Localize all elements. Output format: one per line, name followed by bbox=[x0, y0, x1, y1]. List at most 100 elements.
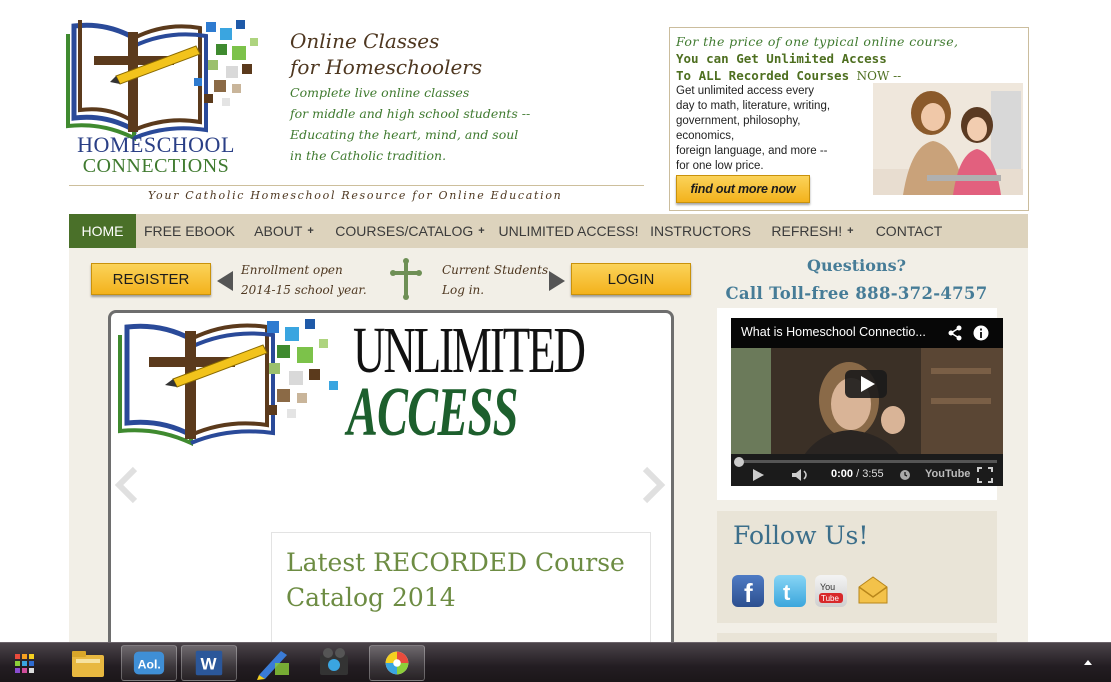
recorded-catalog-title: Latest RECORDED Course Catalog 2014 bbox=[286, 548, 625, 612]
start-grid-icon[interactable] bbox=[2, 645, 48, 681]
nav-free-ebook-label: FREE EBOOK bbox=[143, 223, 236, 239]
video-time-current: 0:00 bbox=[831, 468, 854, 480]
site-subheadline: Complete live online classes for middle … bbox=[290, 82, 530, 166]
header-divider bbox=[69, 185, 644, 186]
nav-refresh-expand-icon: + bbox=[847, 225, 854, 237]
slider-next-arrow-icon[interactable] bbox=[639, 465, 669, 505]
nav-unlimited-access[interactable]: UNLIMITED ACCESS! bbox=[495, 214, 642, 248]
promo-line-3-text: To ALL Recorded Courses bbox=[676, 68, 850, 83]
nav-contact-label: CONTACT bbox=[875, 223, 943, 239]
promo-line-1: For the price of one typical online cour… bbox=[676, 34, 959, 49]
arrow-right-icon bbox=[549, 271, 565, 291]
arrow-left-icon bbox=[217, 271, 233, 291]
share-icon[interactable] bbox=[947, 325, 963, 341]
nav-unlimited-access-label: UNLIMITED ACCESS! bbox=[498, 223, 639, 239]
slider-prev-arrow-icon[interactable] bbox=[111, 465, 141, 505]
nav-instructors-label: INSTRUCTORS bbox=[650, 223, 751, 239]
current-students-line-2: Log in. bbox=[442, 283, 485, 297]
promo-now: NOW -- bbox=[856, 69, 902, 83]
promo-photo-students bbox=[873, 83, 1023, 195]
resource-tagline: Your Catholic Homeschool Resource for On… bbox=[148, 189, 563, 202]
youtube-video-player[interactable]: What is Homeschool Connectio... 0:00 / 3… bbox=[731, 318, 1003, 486]
promo-desc-line: economics, bbox=[676, 130, 735, 142]
nav-about-expand-icon: + bbox=[307, 225, 314, 237]
unlimited-access-book-logo bbox=[118, 319, 338, 447]
nav-courses-catalog[interactable]: COURSES/CATALOG + bbox=[325, 214, 495, 248]
nav-instructors[interactable]: INSTRUCTORS bbox=[642, 214, 759, 248]
enrollment-line-1: Enrollment open bbox=[241, 263, 343, 277]
volume-icon[interactable] bbox=[791, 468, 811, 482]
youtube-logo[interactable]: YouTube bbox=[925, 468, 970, 480]
nav-refresh[interactable]: REFRESH! + bbox=[759, 214, 866, 248]
subheadline-line: for middle and high school students -- bbox=[290, 106, 531, 121]
nav-about[interactable]: ABOUT + bbox=[243, 214, 325, 248]
cross-icon bbox=[390, 258, 422, 300]
recorded-catalog-card[interactable]: Latest RECORDED Course Catalog 2014 bbox=[271, 532, 651, 647]
tollfree-phone[interactable]: Call Toll-free 888-372-4757 bbox=[709, 284, 1004, 303]
promo-desc-line: day to math, literature, writing, bbox=[676, 100, 831, 112]
svg-text:t: t bbox=[783, 580, 791, 605]
video-title: What is Homeschool Connectio... bbox=[741, 325, 926, 339]
picasa-icon[interactable] bbox=[369, 645, 425, 681]
enrollment-line-2: 2014-15 school year. bbox=[241, 283, 367, 297]
show-hidden-icons-icon[interactable] bbox=[1084, 660, 1092, 665]
svg-text:f: f bbox=[744, 578, 753, 607]
nav-courses-catalog-label: COURSES/CATALOG bbox=[335, 223, 474, 239]
register-button[interactable]: REGISTER bbox=[91, 263, 211, 295]
word-icon[interactable]: W bbox=[181, 645, 237, 681]
unlimited-access-promo: For the price of one typical online cour… bbox=[669, 27, 1029, 211]
enrollment-note: Enrollment open 2014-15 school year. bbox=[241, 260, 367, 300]
current-students-note: Current Students Log in. bbox=[442, 260, 548, 300]
youtube-icon[interactable]: You Tube bbox=[815, 575, 847, 607]
svg-text:Tube: Tube bbox=[821, 594, 839, 603]
nav-home[interactable]: HOME bbox=[69, 214, 136, 248]
current-students-line-1: Current Students bbox=[442, 263, 549, 277]
movie-maker-icon[interactable] bbox=[306, 645, 362, 681]
video-thumbnail bbox=[731, 348, 1003, 460]
nav-refresh-label: REFRESH! bbox=[771, 223, 843, 239]
promo-desc-line: foreign language, and more -- bbox=[676, 145, 828, 157]
paint-icon[interactable] bbox=[245, 645, 301, 681]
nav-free-ebook[interactable]: FREE EBOOK bbox=[136, 214, 243, 248]
watch-later-icon[interactable] bbox=[899, 469, 911, 481]
video-time: 0:00 / 3:55 bbox=[831, 468, 884, 480]
find-out-more-button[interactable]: find out more now bbox=[676, 175, 810, 203]
follow-us-heading: Follow Us! bbox=[733, 521, 869, 550]
promo-desc-line: government, philosophy, bbox=[676, 115, 801, 127]
headline-line-2: for Homeschoolers bbox=[290, 55, 483, 79]
svg-text:You: You bbox=[820, 582, 835, 592]
headline-line-1: Online Classes bbox=[290, 29, 440, 53]
play-icon[interactable] bbox=[751, 468, 765, 482]
svg-text:Aol.: Aol. bbox=[138, 658, 161, 672]
nav-courses-expand-icon: + bbox=[478, 225, 485, 237]
subheadline-line: in the Catholic tradition. bbox=[290, 148, 447, 163]
video-controls: 0:00 / 3:55 YouTube bbox=[731, 454, 1003, 486]
main-content: REGISTER Enrollment open 2014-15 school … bbox=[69, 248, 1028, 653]
email-icon[interactable] bbox=[857, 575, 889, 607]
fullscreen-icon[interactable] bbox=[977, 467, 993, 483]
info-icon[interactable] bbox=[973, 325, 989, 341]
logo-line-1: HOMESCHOOL bbox=[77, 132, 235, 157]
aol-icon[interactable]: Aol. bbox=[121, 645, 177, 681]
access-wordmark: ACCESS bbox=[347, 374, 518, 451]
video-title-bar: What is Homeschool Connectio... bbox=[731, 318, 1003, 348]
logo-line-2: CONNECTIONS bbox=[82, 155, 230, 177]
video-progress-knob[interactable] bbox=[734, 457, 744, 467]
subheadline-line: Complete live online classes bbox=[290, 85, 470, 100]
nav-about-label: ABOUT bbox=[254, 223, 303, 239]
site-headline: Online Classes for Homeschoolers bbox=[290, 28, 482, 80]
promo-line-2: You can Get Unlimited Access bbox=[676, 51, 887, 66]
nav-contact[interactable]: CONTACT bbox=[866, 214, 952, 248]
svg-text:W: W bbox=[201, 655, 218, 674]
follow-us-widget: Follow Us! f t You Tube bbox=[717, 511, 997, 623]
promo-desc-line: Get unlimited access every bbox=[676, 85, 815, 97]
subheadline-line: Educating the heart, mind, and soul bbox=[290, 127, 519, 142]
facebook-icon[interactable]: f bbox=[732, 575, 764, 607]
promo-line-3: To ALL Recorded Courses NOW -- bbox=[676, 68, 901, 83]
main-navigation: HOME FREE EBOOK ABOUT + COURSES/CATALOG … bbox=[69, 214, 1028, 248]
featured-slider: UNLIMITED ACCESS Latest RECORDED Course … bbox=[108, 310, 674, 650]
login-button[interactable]: LOGIN bbox=[571, 263, 691, 295]
video-progress-bar[interactable] bbox=[734, 457, 997, 467]
twitter-icon[interactable]: t bbox=[774, 575, 806, 607]
file-explorer-icon[interactable] bbox=[60, 645, 116, 681]
